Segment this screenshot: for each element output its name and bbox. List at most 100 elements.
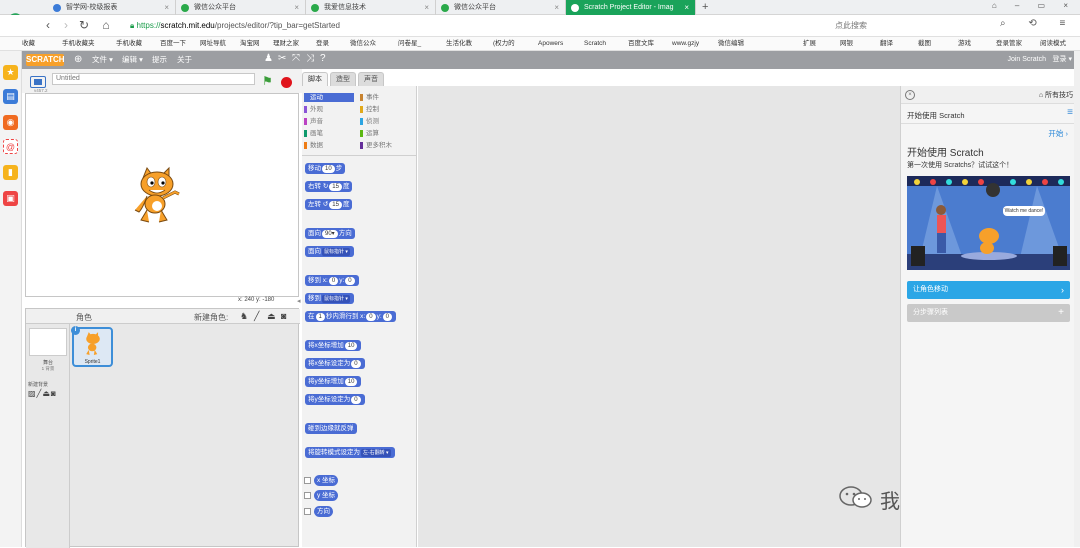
upload-icon[interactable]: ⏏ — [267, 311, 276, 322]
make-it-move-button[interactable]: 让角色移动 › — [907, 281, 1070, 299]
category-sound[interactable]: 声音 — [304, 117, 354, 126]
block-input[interactable]: 0 — [382, 313, 392, 321]
category-data[interactable]: 数据 — [304, 141, 354, 150]
close-icon[interactable]: × — [424, 0, 429, 15]
block-goto[interactable]: 移到 鼠标指针 ▾ — [305, 293, 354, 304]
block-input[interactable]: 1 — [315, 313, 325, 321]
browser-toolbar-icons[interactable]: ⌕ ⟲ ≡ — [1000, 18, 1075, 29]
favorite-item[interactable]: 截图 — [918, 37, 931, 50]
join-scratch-link[interactable]: Join Scratch — [1007, 51, 1046, 69]
favorite-item[interactable]: 翻译 — [880, 37, 893, 50]
tab-scripts[interactable]: 脚本 — [302, 72, 328, 86]
stage-thumbnail[interactable] — [29, 328, 67, 356]
favorite-item[interactable]: 问卷星_ — [398, 37, 421, 50]
favorite-item[interactable]: 百度文库 — [628, 37, 654, 50]
checkbox-direction[interactable] — [304, 508, 311, 515]
favorite-item[interactable]: 微信公众 — [350, 37, 376, 50]
menu-icon[interactable]: ≡ — [1067, 107, 1073, 118]
news-icon[interactable]: ▤ — [3, 89, 18, 104]
category-control[interactable]: 控制 — [360, 105, 410, 114]
search-input[interactable]: 点此搜索 — [815, 18, 995, 34]
menu-edit[interactable]: 编辑 ▾ — [122, 51, 143, 69]
block-set-y[interactable]: 将y坐标设定为 0 — [305, 394, 365, 405]
step-list-button[interactable]: 分步骤列表 + — [907, 304, 1070, 322]
favorite-item[interactable]: 网址导航 — [200, 37, 226, 50]
favorite-item[interactable]: 百度一下 — [160, 37, 186, 50]
reporter-x-position[interactable]: x 坐标 — [314, 475, 339, 486]
favorite-item[interactable]: 手机收藏 — [116, 37, 142, 50]
block-dropdown[interactable]: 左-右翻转 ▾ — [361, 449, 391, 457]
browser-tab[interactable]: 智学网-校级报表 × — [48, 0, 176, 15]
close-icon[interactable]: × — [164, 0, 169, 15]
project-title-input[interactable]: Untitled — [52, 73, 255, 85]
block-input[interactable]: 10 — [322, 165, 335, 173]
favorite-item[interactable]: 登录管家 — [996, 37, 1022, 50]
globe-icon[interactable]: ⊕ — [74, 51, 82, 69]
favorite-item[interactable]: 理财之家 — [273, 37, 299, 50]
scratch-logo[interactable]: SCRATCH — [26, 54, 65, 66]
favorite-item[interactable]: (权力的 — [493, 37, 515, 50]
favorite-item[interactable]: www.gzjy — [672, 37, 699, 50]
category-operators[interactable]: 运算 — [360, 129, 410, 138]
block-input[interactable]: 90▾ — [322, 230, 338, 238]
book-icon[interactable]: ▮ — [3, 165, 18, 180]
window-controls[interactable]: ⌂ – ▭ × — [992, 1, 1076, 10]
help-icon[interactable]: ? — [320, 53, 326, 64]
block-dropdown[interactable]: 鼠标指针 ▾ — [322, 295, 350, 303]
sprite-thumbnail[interactable]: i Sprite1 — [71, 326, 113, 367]
browser-tab[interactable]: 微信公众平台 × — [436, 0, 566, 15]
scripts-area[interactable] — [418, 86, 900, 547]
favorite-item[interactable]: 扩展 — [803, 37, 816, 50]
start-link[interactable]: 开始 › — [1048, 128, 1068, 139]
browser-tab[interactable]: 微信公众平台 × — [176, 0, 306, 15]
delete-icon[interactable]: ✂ — [278, 53, 286, 64]
new-backdrop-icons[interactable]: ▨╱⏏◙ — [28, 389, 57, 398]
block-turn-left[interactable]: 左转 ↺ 15 度 — [305, 199, 353, 210]
block-move-steps[interactable]: 移动 10 步 — [305, 163, 346, 174]
all-tips-link[interactable]: ⌂ 所有技巧 — [1039, 90, 1073, 100]
block-point-direction[interactable]: 面向 90▾ 方向 — [305, 228, 355, 239]
eye-icon[interactable]: ◉ — [3, 115, 18, 130]
category-pen[interactable]: 画笔 — [304, 129, 354, 138]
block-input[interactable]: 0 — [351, 396, 361, 404]
favorite-item[interactable]: 阅读模式 — [1040, 37, 1066, 50]
shrink-icon[interactable]: ⤨ — [306, 53, 314, 64]
close-icon[interactable]: × — [294, 0, 299, 15]
favorite-item[interactable]: Apowers — [538, 37, 563, 50]
block-glide[interactable]: 在 1 秒内滑行到 x: 0 y: 0 — [305, 311, 396, 322]
block-input[interactable]: 0 — [366, 313, 376, 321]
stage-canvas[interactable] — [25, 93, 299, 297]
url-input[interactable]: 🔒︎ https://scratch.mit.edu/projects/edit… — [130, 18, 810, 34]
forward-icon[interactable]: › — [58, 18, 74, 32]
menu-about[interactable]: 关于 — [177, 51, 192, 69]
block-rotation-style[interactable]: 将旋转模式设定为 左-右翻转 ▾ — [305, 447, 395, 458]
browser-tab-active[interactable]: Scratch Project Editor - Imag × — [566, 0, 696, 15]
camera-icon[interactable]: ◙ — [281, 311, 286, 321]
block-change-x[interactable]: 将x坐标增加 10 — [305, 340, 362, 351]
block-input[interactable]: 15 — [329, 201, 342, 209]
block-input[interactable]: 0 — [351, 360, 361, 368]
favorite-item[interactable]: Scratch — [584, 37, 606, 50]
stop-icon[interactable] — [281, 77, 292, 88]
tab-costumes[interactable]: 造型 — [330, 72, 356, 86]
green-flag-icon[interactable]: ⚑ — [262, 74, 273, 88]
favorite-item[interactable]: 微信编辑 — [718, 37, 744, 50]
favorite-item[interactable]: 游戏 — [958, 37, 971, 50]
block-dropdown[interactable]: 鼠标指针 ▾ — [322, 248, 350, 256]
paint-icon[interactable]: ╱ — [254, 311, 259, 322]
star-icon[interactable]: ★ — [3, 65, 18, 80]
category-more-blocks[interactable]: 更多积木 — [360, 141, 410, 150]
favorite-item[interactable]: 生活化教 — [446, 37, 472, 50]
category-looks[interactable]: 外观 — [304, 105, 354, 114]
favorite-item[interactable]: 收藏 — [22, 37, 35, 50]
category-events[interactable]: 事件 — [360, 93, 410, 102]
category-motion[interactable]: 运动 — [304, 93, 354, 102]
home-icon[interactable]: ⌂ — [98, 18, 114, 32]
checkbox-y-position[interactable] — [304, 492, 311, 499]
block-set-x[interactable]: 将x坐标设定为 0 — [305, 358, 365, 369]
back-icon[interactable]: ‹ — [40, 18, 56, 32]
block-input[interactable]: 0 — [345, 277, 355, 285]
favorite-item[interactable]: 登录 — [316, 37, 329, 50]
duplicate-icon[interactable]: ♟ — [264, 53, 273, 64]
info-icon[interactable]: i — [71, 326, 80, 335]
